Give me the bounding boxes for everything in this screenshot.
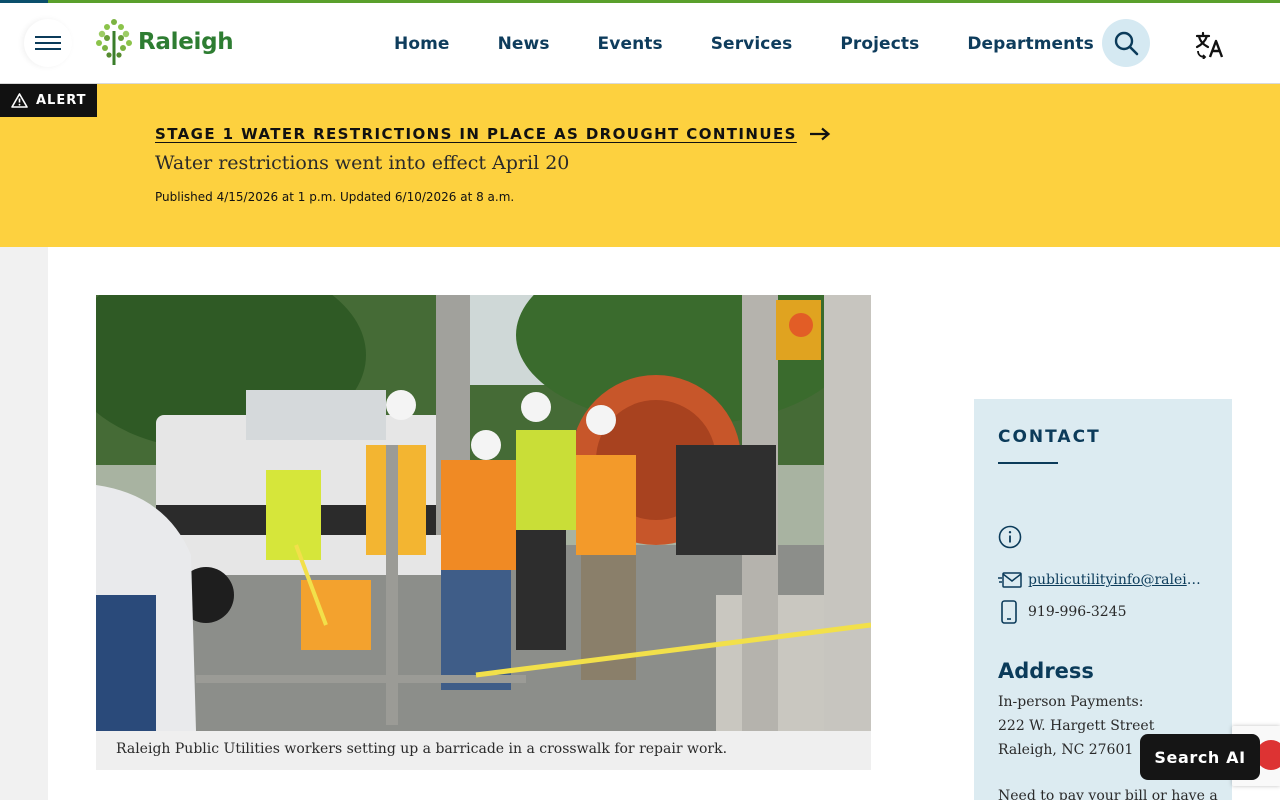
alert-meta: Published 4/15/2026 at 1 p.m. Updated 6/… bbox=[155, 190, 515, 204]
nav-projects[interactable]: Projects bbox=[840, 34, 919, 54]
translate-icon bbox=[1195, 31, 1224, 59]
phone-number[interactable]: 919-996-3245 bbox=[1028, 604, 1127, 620]
nav-departments[interactable]: Departments bbox=[967, 34, 1093, 54]
address-line: In-person Payments: bbox=[998, 694, 1144, 710]
alert-subtitle: Water restrictions went into effect Apri… bbox=[155, 152, 570, 174]
menu-button[interactable] bbox=[24, 19, 72, 67]
search-ai-button[interactable]: Search AI bbox=[1140, 734, 1260, 780]
alert-title-link[interactable]: STAGE 1 WATER RESTRICTIONS IN PLACE AS D… bbox=[155, 125, 831, 143]
address-line: Raleigh, NC 27601 bbox=[998, 742, 1134, 758]
hamburger-icon bbox=[35, 36, 61, 50]
alert-title[interactable]: STAGE 1 WATER RESTRICTIONS IN PLACE AS D… bbox=[155, 125, 797, 143]
arrow-right-icon bbox=[809, 127, 830, 141]
address-line: 222 W. Hargett Street bbox=[998, 718, 1155, 734]
info-icon bbox=[998, 525, 1022, 549]
main-nav: Home News Events Services Projects Depar… bbox=[370, 3, 1118, 84]
alert-tag: ALERT bbox=[0, 84, 97, 117]
email-icon bbox=[998, 572, 1022, 588]
photo-workers-barricade bbox=[96, 295, 871, 731]
contact-title-rule bbox=[998, 462, 1058, 464]
contact-title: CONTACT bbox=[998, 427, 1101, 447]
site-header: Raleigh Home News Events Services Projec… bbox=[0, 3, 1280, 84]
phone-row: 919-996-3245 bbox=[998, 600, 1127, 624]
email-link[interactable]: publicutilityinfo@raleighnc.gov bbox=[1028, 572, 1204, 588]
phone-icon bbox=[1001, 600, 1017, 624]
nav-services[interactable]: Services bbox=[711, 34, 793, 54]
logo-wordmark: Raleigh bbox=[138, 29, 234, 55]
warning-icon bbox=[11, 93, 28, 108]
alert-tag-label: ALERT bbox=[36, 93, 87, 108]
news-photo bbox=[96, 295, 871, 731]
address-extra-line: Need to pay your bill or have a bbox=[998, 788, 1218, 800]
nav-events[interactable]: Events bbox=[598, 34, 663, 54]
photo-caption: Raleigh Public Utilities workers setting… bbox=[96, 731, 871, 770]
oak-tree-icon bbox=[96, 19, 132, 65]
nav-home[interactable]: Home bbox=[394, 34, 450, 54]
nav-news[interactable]: News bbox=[498, 34, 550, 54]
email-row: publicutilityinfo@raleighnc.gov bbox=[998, 571, 1204, 589]
address-heading: Address bbox=[998, 659, 1094, 683]
translate-button[interactable] bbox=[1190, 25, 1230, 65]
raleigh-logo[interactable]: Raleigh bbox=[94, 15, 234, 69]
search-icon bbox=[1114, 31, 1139, 56]
search-button[interactable] bbox=[1102, 19, 1150, 67]
